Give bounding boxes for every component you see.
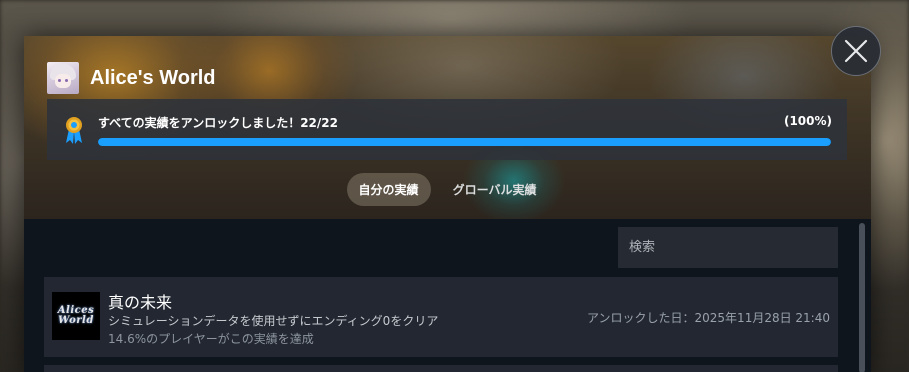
achievement-description: シミュレーションデータを使用せずにエンディング0をクリア [108, 314, 439, 328]
achievements-dialog: Alice's World すべての実績をアンロックしました！22/22 (10… [24, 36, 871, 372]
achievement-item[interactable]: Alices World 真の未来 シミュレーションデータを使用せずにエンディン… [44, 277, 838, 357]
achievement-global-percent: 14.6%のプレイヤーがこの実績を達成 [108, 332, 314, 346]
progress-panel: すべての実績をアンロックしました！22/22 (100%) [47, 99, 847, 160]
tab-global-achievements[interactable]: グローバル実績 [441, 173, 549, 206]
ribbon-icon [66, 117, 82, 144]
progress-bar-fill [98, 138, 831, 146]
scrollbar[interactable] [859, 223, 865, 372]
achievement-unlock-date: アンロックした日：2025年11月28日 21:40 [587, 311, 830, 325]
search-input[interactable] [618, 227, 838, 268]
progress-text: すべての実績をアンロックしました！22/22 [98, 116, 338, 130]
game-header: Alice's World [47, 62, 216, 94]
achievement-list: Alices World 真の未来 シミュレーションデータを使用せずにエンディン… [24, 219, 871, 372]
achievement-name: 真の未来 [108, 293, 173, 312]
close-icon [844, 39, 868, 63]
achievement-icon: Alices World [52, 292, 100, 340]
game-title: Alice's World [90, 66, 216, 89]
progress-percent: (100%) [783, 114, 832, 128]
game-avatar [47, 62, 79, 94]
achievement-item[interactable] [44, 365, 838, 372]
tab-bar: 自分の実績 グローバル実績 [24, 173, 871, 206]
progress-bar [98, 138, 831, 146]
tab-my-achievements[interactable]: 自分の実績 [346, 173, 431, 206]
close-button[interactable] [831, 26, 881, 76]
